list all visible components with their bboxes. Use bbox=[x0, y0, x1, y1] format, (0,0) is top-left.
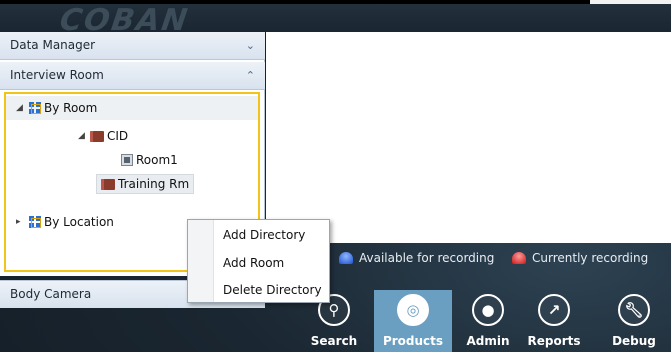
siren-red-icon bbox=[512, 252, 526, 264]
menu-item-add-room[interactable]: Add Room bbox=[223, 251, 328, 275]
nav-products[interactable]: ◎ Products bbox=[374, 290, 452, 352]
tree-node-selection: Training Rm bbox=[96, 174, 195, 194]
legend-label: Currently recording bbox=[532, 251, 649, 265]
tree-node-training-rm[interactable]: Training Rm bbox=[96, 172, 195, 196]
reports-icon: ↗ bbox=[538, 294, 570, 326]
admin-icon: ● bbox=[472, 294, 504, 326]
chevron-down-icon: ⌄ bbox=[245, 39, 255, 52]
network-icon bbox=[28, 215, 42, 229]
nav-label: Reports bbox=[527, 334, 581, 348]
top-banner: COBAN bbox=[0, 0, 671, 32]
accordion-label: Body Camera bbox=[10, 287, 92, 301]
tree-node-label: By Location bbox=[44, 215, 114, 229]
products-icon: ◎ bbox=[397, 294, 429, 326]
accordion-data-manager[interactable]: Data Manager ⌄ bbox=[0, 32, 265, 60]
context-menu: Add Directory Add Room Delete Directory bbox=[187, 219, 330, 303]
network-icon bbox=[28, 101, 42, 115]
collapsed-arrow-icon[interactable]: ▸ bbox=[16, 217, 28, 227]
chevron-up-icon: ⌃ bbox=[245, 69, 255, 82]
top-strip-light bbox=[590, 0, 671, 4]
nav-label: Products bbox=[382, 334, 444, 348]
menu-item-add-directory[interactable]: Add Directory bbox=[223, 223, 328, 247]
expanded-arrow-icon[interactable]: ◢ bbox=[16, 103, 28, 113]
tree-node-label: Room1 bbox=[136, 153, 178, 167]
tree-node-by-room[interactable]: ◢ By Room bbox=[6, 96, 258, 120]
accordion-label: Data Manager bbox=[10, 38, 96, 52]
main-content-area bbox=[266, 32, 671, 243]
tree-node-label: Training Rm bbox=[118, 177, 190, 191]
room-camera-icon bbox=[121, 154, 133, 166]
accordion-interview-room[interactable]: Interview Room ⌃ bbox=[0, 62, 265, 90]
accordion-label: Interview Room bbox=[10, 68, 104, 82]
nav-debug[interactable]: 🔧︎ Debug bbox=[602, 290, 666, 352]
expanded-arrow-icon[interactable]: ◢ bbox=[78, 131, 90, 141]
wrench-icon: 🔧︎ bbox=[618, 294, 650, 326]
context-menu-gutter bbox=[188, 220, 214, 302]
tree-node-room1[interactable]: Room1 bbox=[121, 148, 178, 172]
tree-node-by-location[interactable]: ▸ By Location bbox=[6, 210, 114, 234]
nav-reports[interactable]: ↗ Reports bbox=[522, 290, 586, 352]
tree-node-label: By Room bbox=[44, 101, 98, 115]
brand-logo: COBAN bbox=[57, 3, 192, 32]
nav-admin[interactable]: ● Admin bbox=[456, 290, 520, 352]
legend-label: Available for recording bbox=[359, 251, 495, 265]
folder-icon bbox=[101, 178, 115, 190]
nav-label: Debug bbox=[612, 334, 656, 348]
folder-icon bbox=[90, 130, 104, 142]
siren-blue-icon bbox=[339, 252, 353, 264]
legend-available: Available for recording bbox=[339, 251, 494, 265]
tree-node-label: CID bbox=[107, 129, 129, 143]
tree-node-cid[interactable]: ◢ CID bbox=[78, 124, 128, 148]
legend-recording: Currently recording bbox=[512, 251, 648, 265]
menu-item-delete-directory[interactable]: Delete Directory bbox=[223, 278, 328, 302]
nav-label: Admin bbox=[466, 334, 510, 348]
nav-label: Search bbox=[310, 334, 358, 348]
